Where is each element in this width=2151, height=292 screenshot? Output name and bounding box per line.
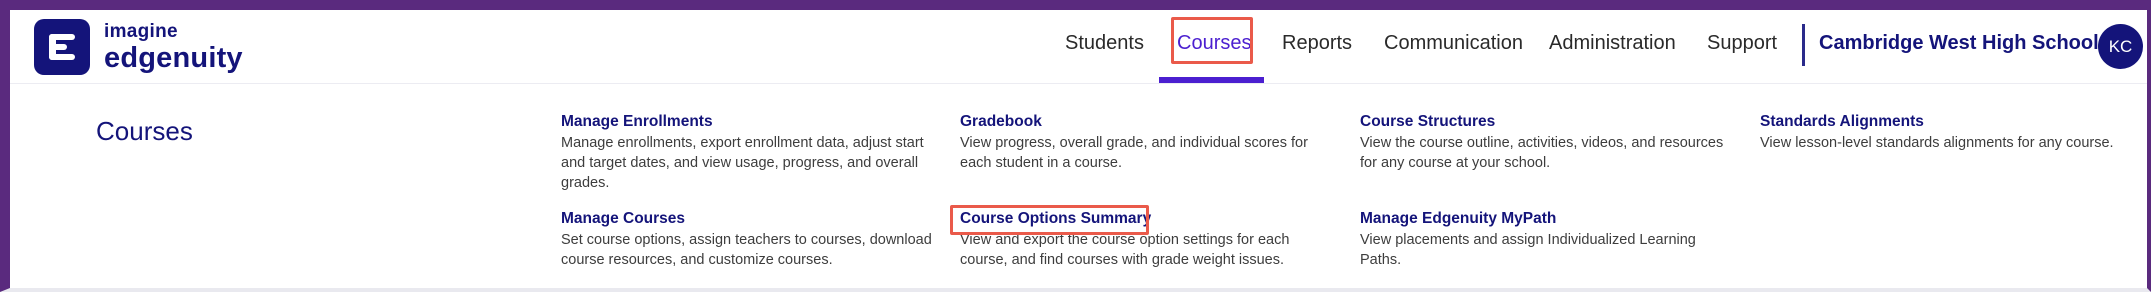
nav-divider [1802,24,1805,66]
menu-item-gradebook: Gradebook View progress, overall grade, … [960,112,1340,173]
active-tab-underline [1159,77,1264,83]
course-options-summary-highlight-box [950,205,1149,235]
courses-highlight-box [1171,17,1253,64]
nav-item-students[interactable]: Students [1065,32,1144,55]
user-avatar[interactable]: KC [2098,24,2143,69]
manage-enrollments-description: Manage enrollments, export enrollment da… [561,135,924,191]
gradebook-link[interactable]: Gradebook [960,112,1340,132]
top-navigation-bar: imagine edgenuity Students Courses Repor… [10,10,2147,84]
menu-item-course-structures: Course Structures View the course outlin… [1360,112,1740,173]
course-structures-link[interactable]: Course Structures [1360,112,1740,132]
menu-title: Courses [96,116,193,146]
menu-item-manage-edgenuity-mypath: Manage Edgenuity MyPath View placements … [1360,209,1740,270]
nav-item-communication[interactable]: Communication [1384,32,1523,55]
course-structures-description: View the course outline, activities, vid… [1360,135,1724,171]
nav-item-support[interactable]: Support [1707,32,1777,55]
menu-item-manage-courses: Manage Courses Set course options, assig… [561,209,941,270]
gradebook-description: View progress, overall grade, and indivi… [960,135,1308,171]
nav-item-administration[interactable]: Administration [1549,32,1676,55]
school-name[interactable]: Cambridge West High School [1819,32,2099,55]
manage-enrollments-link[interactable]: Manage Enrollments [561,112,941,132]
course-options-summary-description: View and export the course option settin… [960,232,1290,268]
standards-alignments-link[interactable]: Standards Alignments [1760,112,2140,132]
manage-edgenuity-mypath-link[interactable]: Manage Edgenuity MyPath [1360,209,1740,229]
menu-item-standards-alignments: Standards Alignments View lesson-level s… [1760,112,2140,153]
manage-courses-description: Set course options, assign teachers to c… [561,232,932,268]
manage-edgenuity-mypath-description: View placements and assign Individualize… [1360,232,1696,268]
menu-item-manage-enrollments: Manage Enrollments Manage enrollments, e… [561,112,941,193]
standards-alignments-description: View lesson-level standards alignments f… [1760,135,2114,151]
manage-courses-link[interactable]: Manage Courses [561,209,941,229]
main-nav: Students Courses Reports Communication A… [10,10,2147,83]
nav-item-reports[interactable]: Reports [1282,32,1352,55]
